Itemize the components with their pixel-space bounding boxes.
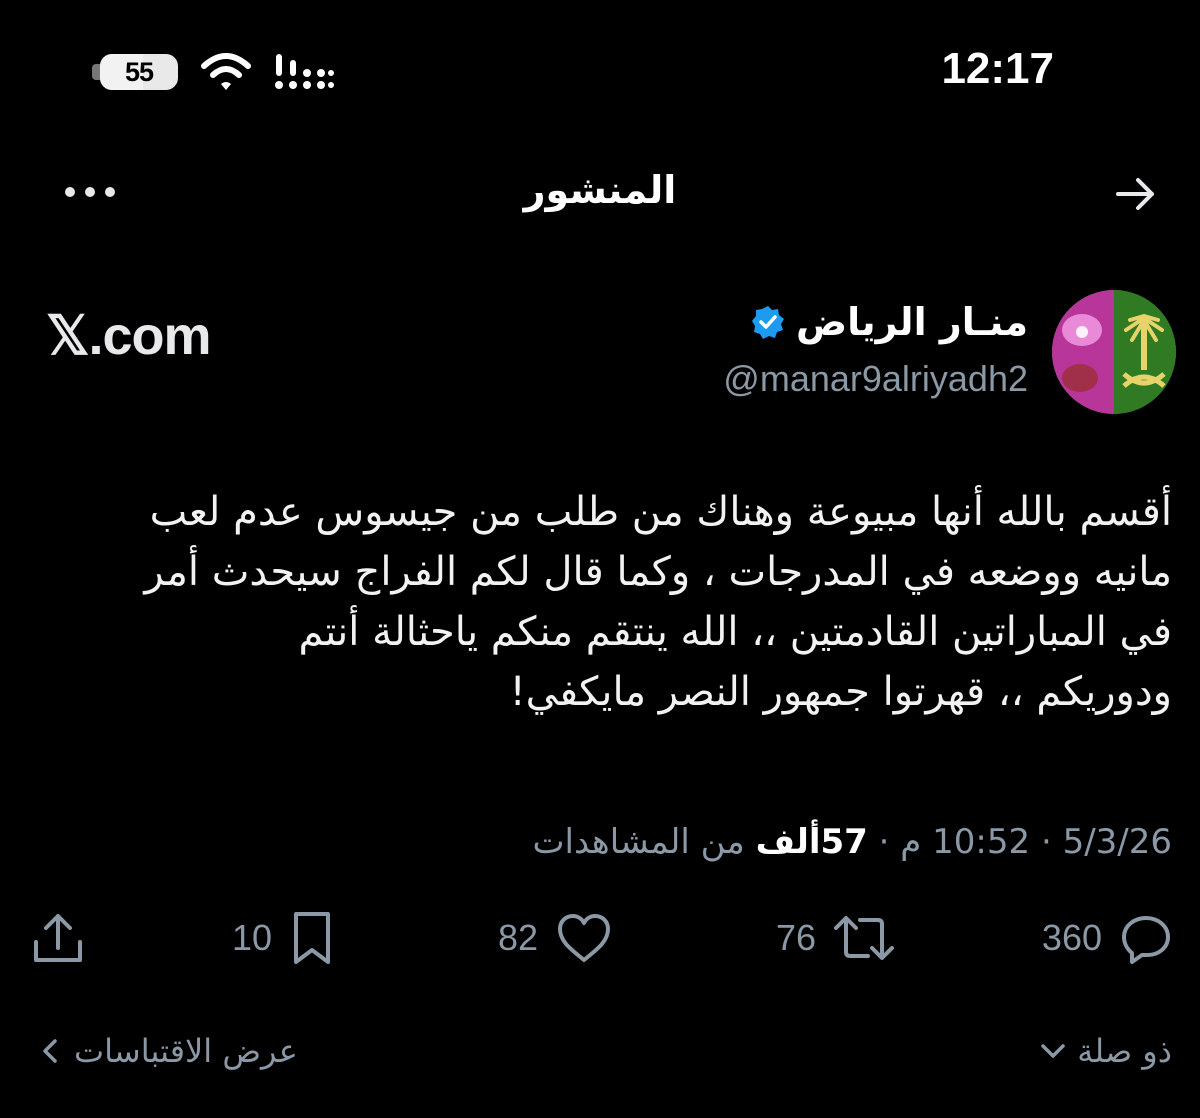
bookmark-icon: [294, 912, 331, 964]
bookmark-button[interactable]: 10: [232, 906, 336, 970]
share-icon: [34, 914, 82, 962]
cellular-signal-icon: [268, 52, 338, 96]
chevron-down-icon: [1041, 1044, 1065, 1058]
author-display-name[interactable]: منـار الرياض: [796, 300, 1028, 344]
post-time: 10:52 م: [900, 822, 1031, 862]
repost-count: 76: [776, 917, 817, 958]
verified-badge-icon: [752, 306, 784, 339]
source-watermark: 𝕏.com: [46, 306, 212, 366]
post-meta: 5/3/26 · 10:52 م · 57ألف من المشاهدات: [532, 822, 1172, 862]
bookmark-count: 10: [232, 917, 273, 958]
avatar-image: [1052, 290, 1176, 414]
reply-sort-dropdown[interactable]: ذو صلة: [1039, 1032, 1172, 1070]
reply-button[interactable]: 360: [1042, 906, 1174, 970]
reply-sort-label: ذو صلة: [1077, 1032, 1172, 1070]
view-quotes-label: عرض الاقتباسات: [74, 1032, 298, 1070]
chevron-left-icon: [43, 1039, 57, 1063]
post-date: 5/3/26: [1062, 822, 1172, 862]
post-text-line: أقسم بالله أنها مبيوعة وهناك من طلب من ج…: [149, 489, 1172, 535]
views-label: من المشاهدات: [532, 822, 745, 862]
reply-icon: [1122, 916, 1170, 964]
wifi-icon: [200, 52, 252, 96]
post-text-line: مانيه ووضعه في المدرجات ، وكما قال لكم ا…: [144, 549, 1172, 595]
views-count[interactable]: 57ألف: [756, 822, 868, 862]
like-button[interactable]: 82: [498, 906, 614, 970]
arrow-right-icon: [1116, 178, 1154, 210]
page-title: المنشور: [523, 168, 677, 212]
reply-count: 360: [1041, 917, 1102, 958]
battery-tip: [92, 64, 100, 80]
repost-icon: [834, 916, 895, 960]
meta-separator: ·: [878, 822, 890, 862]
status-time: 12:17: [941, 44, 1054, 93]
battery-percent: 55: [124, 56, 154, 87]
post-text-line: في المباراتين القادمتين ،، الله ينتقم من…: [298, 609, 1172, 655]
avatar[interactable]: [1052, 290, 1176, 414]
battery-indicator: 55: [100, 54, 178, 90]
post-text: أقسم بالله أنها مبيوعة وهناك من طلب من ج…: [40, 482, 1172, 722]
meta-separator: ·: [1040, 822, 1052, 862]
back-button[interactable]: [1112, 170, 1160, 222]
author-handle[interactable]: @manar9alriyadh2: [723, 358, 1028, 400]
author-name-row[interactable]: منـار الرياض: [750, 300, 1028, 344]
heart-icon: [558, 914, 611, 962]
post-text-line: ودوريكم ،، قهرتوا جمهور النصر مايكفي!: [509, 669, 1172, 715]
view-quotes-link[interactable]: عرض الاقتباسات: [40, 1032, 298, 1070]
share-button[interactable]: [28, 906, 88, 970]
repost-button[interactable]: 76: [776, 906, 896, 970]
like-count: 82: [498, 917, 539, 958]
